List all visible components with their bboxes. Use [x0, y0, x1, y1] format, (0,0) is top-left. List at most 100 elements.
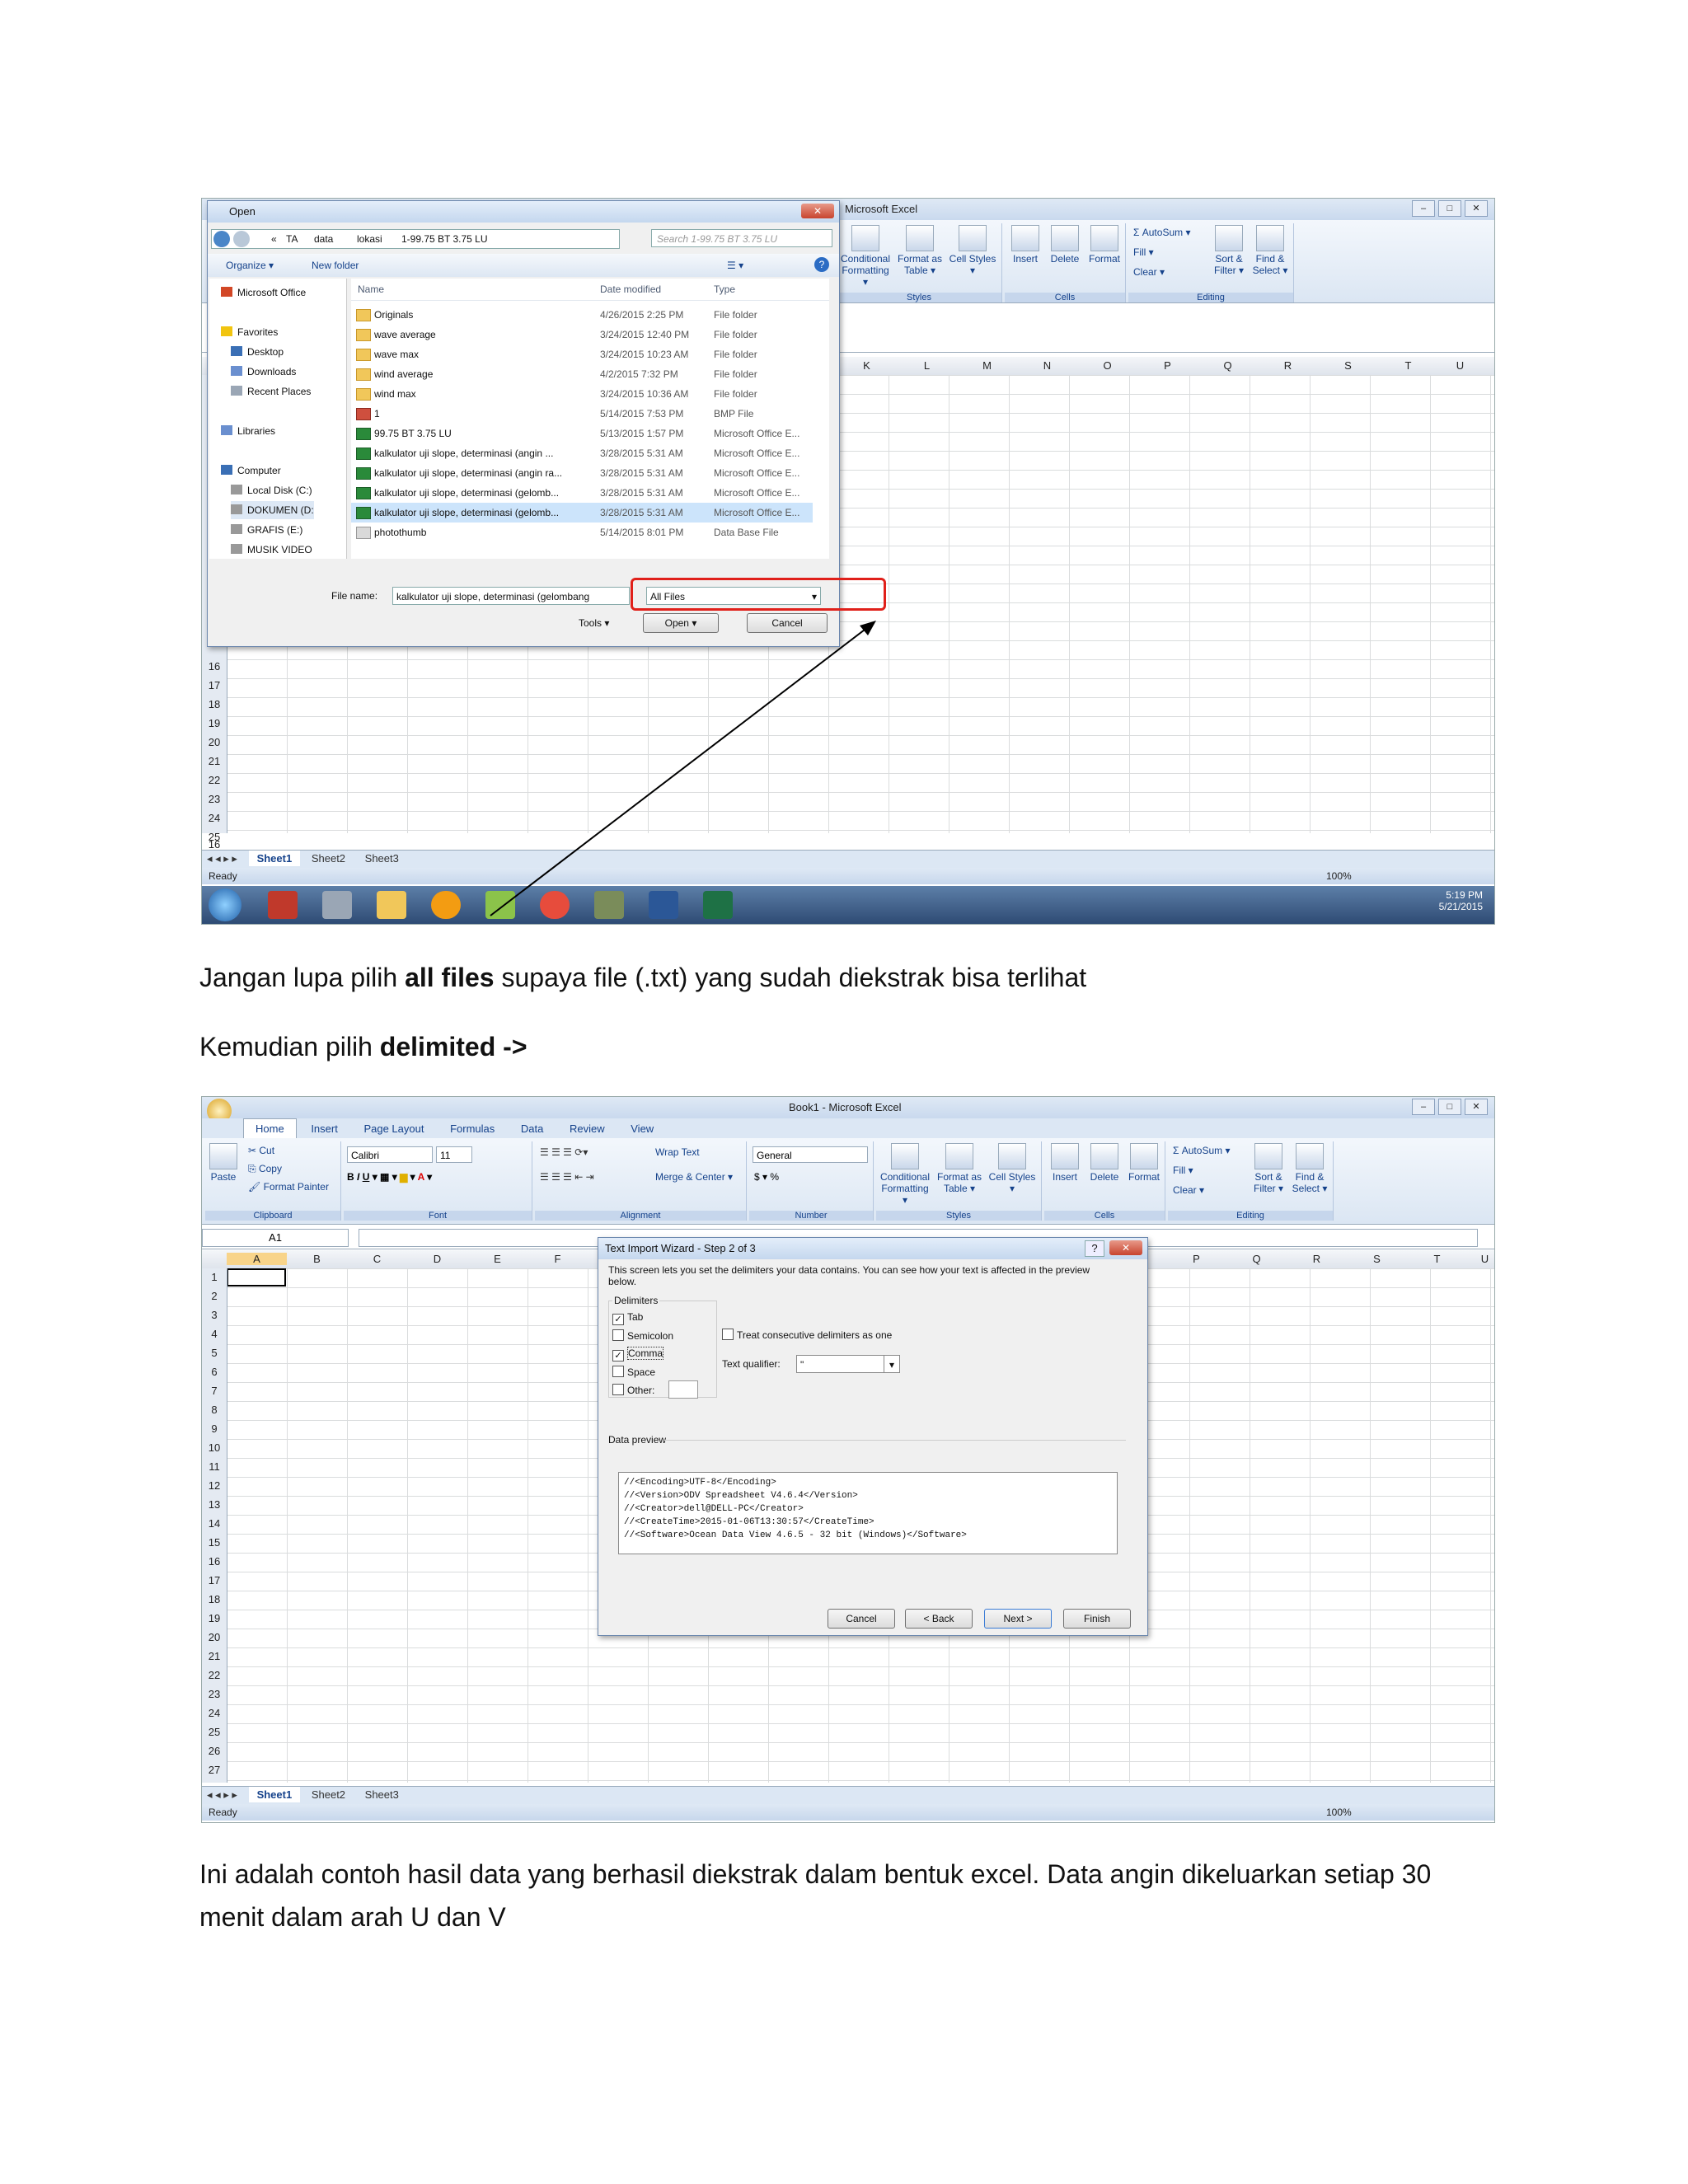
format-as-table-button[interactable]: Format as Table ▾	[934, 1143, 985, 1194]
row-header[interactable]: 20	[202, 736, 227, 748]
file-list-item[interactable]: kalkulator uji slope, determinasi (angin…	[351, 463, 813, 483]
row-header[interactable]: 4	[202, 1328, 227, 1340]
row-header[interactable]: 21	[202, 1650, 227, 1662]
split-arrow-icon[interactable]: ▾	[692, 617, 696, 629]
nav-item[interactable]: DOKUMEN (D:	[231, 501, 314, 519]
maximize-icon[interactable]: □	[1438, 1099, 1461, 1115]
row-header[interactable]: 15	[202, 1536, 227, 1549]
sheet-tab[interactable]: Sheet1	[248, 851, 301, 866]
file-list-item[interactable]: wind max 3/24/2015 10:36 AM File folder	[351, 384, 813, 404]
autosum-button[interactable]: Σ AutoSum ▾	[1133, 227, 1190, 238]
breadcrumb-item[interactable]: TA	[286, 230, 298, 248]
maximize-icon[interactable]: □	[1438, 200, 1461, 217]
next-button[interactable]: Next >	[984, 1609, 1052, 1629]
font-name-select[interactable]: Calibri	[347, 1146, 433, 1163]
row-header[interactable]: 13	[202, 1498, 227, 1511]
nav-item[interactable]: MUSIK VIDEO	[231, 541, 312, 559]
row-header[interactable]: 2	[202, 1290, 227, 1302]
sheet-tab[interactable]: Sheet3	[357, 851, 407, 866]
row-header[interactable]: 16	[202, 1555, 227, 1568]
column-header[interactable]: B	[287, 1253, 347, 1265]
column-header[interactable]: S	[1347, 1253, 1407, 1265]
folder-icon[interactable]	[377, 891, 406, 919]
sheet-tab[interactable]: Sheet2	[303, 1787, 354, 1802]
column-header[interactable]: L	[897, 359, 957, 372]
file-list-item[interactable]: wind average 4/2/2015 7:32 PM File folder	[351, 364, 813, 384]
checkbox-icon[interactable]	[612, 1384, 624, 1395]
cancel-button[interactable]: Cancel	[747, 613, 828, 633]
nav-item[interactable]: Recent Places	[231, 382, 311, 401]
open-button[interactable]: Open ▾	[643, 613, 719, 633]
row-header[interactable]: 8	[202, 1404, 227, 1416]
row-header[interactable]: 9	[202, 1422, 227, 1435]
close-icon[interactable]: ✕	[1465, 1099, 1488, 1115]
format-as-table-button[interactable]: Format as Table ▾	[894, 225, 945, 276]
nav-item[interactable]: Favorites	[221, 323, 278, 341]
excel-icon[interactable]	[703, 891, 733, 919]
cell-styles-button[interactable]: Cell Styles ▾	[987, 1143, 1038, 1194]
row-header[interactable]: 18	[202, 698, 227, 710]
row-header[interactable]: 11	[202, 1460, 227, 1473]
cut-button[interactable]: ✂ Cut	[248, 1145, 274, 1156]
column-header[interactable]: C	[347, 1253, 407, 1265]
conditional-formatting-button[interactable]: Conditional Formatting ▾	[840, 225, 891, 288]
start-button-icon[interactable]	[209, 888, 241, 921]
nav-item[interactable]: Local Disk (C:)	[231, 481, 312, 499]
minimize-icon[interactable]: –	[1412, 1099, 1435, 1115]
clear-button[interactable]: Clear ▾	[1173, 1184, 1204, 1196]
nav-item[interactable]: Microsoft Office	[221, 284, 306, 302]
column-name[interactable]: Name	[358, 279, 384, 300]
row-header[interactable]: 6	[202, 1366, 227, 1378]
checkbox-icon[interactable]	[612, 1366, 624, 1377]
data-preview[interactable]: //<Encoding>UTF-8</Encoding> //<Version>…	[618, 1472, 1118, 1554]
chevron-down-icon[interactable]: ▾	[884, 1356, 899, 1372]
organize-button[interactable]: Organize ▾	[226, 254, 274, 277]
tab-review[interactable]: Review	[558, 1119, 617, 1138]
insert-cells-button[interactable]: Insert	[1046, 1143, 1084, 1183]
file-list-item[interactable]: photothumb 5/14/2015 8:01 PM Data Base Fil…	[351, 523, 813, 542]
autosum-button[interactable]: Σ AutoSum ▾	[1173, 1145, 1230, 1156]
semicolon-checkbox[interactable]: Semicolon	[612, 1329, 673, 1342]
tab-data[interactable]: Data	[509, 1119, 555, 1138]
fill-button[interactable]: Fill ▾	[1133, 246, 1154, 258]
column-header[interactable]: A	[227, 1253, 287, 1265]
word-icon[interactable]	[649, 891, 678, 919]
row-header[interactable]: 27	[202, 1764, 227, 1776]
column-header[interactable]: P	[1166, 1253, 1226, 1265]
view-icon[interactable]: ☰ ▾	[727, 254, 743, 277]
row-header[interactable]: 18	[202, 1593, 227, 1605]
space-checkbox[interactable]: Space	[612, 1366, 655, 1378]
forward-icon[interactable]	[233, 231, 250, 247]
back-icon[interactable]	[213, 231, 230, 247]
wrap-text-button[interactable]: Wrap Text	[655, 1146, 700, 1158]
search-input[interactable]: Search 1-99.75 BT 3.75 LU	[651, 229, 832, 247]
checkbox-icon[interactable]: ✓	[612, 1350, 624, 1361]
row-header[interactable]: 22	[202, 1669, 227, 1681]
font-style-buttons[interactable]: B I U ▾ ▦ ▾ ▆ ▾ A ▾	[347, 1171, 432, 1183]
sheet-tab[interactable]: Sheet2	[303, 851, 354, 866]
row-header[interactable]: 25	[202, 1726, 227, 1738]
file-list-item[interactable]: kalkulator uji slope, determinasi (gelom…	[351, 483, 813, 503]
sheet-nav-icon[interactable]: ◂ ◂ ▸ ▸	[202, 851, 246, 867]
font-size-select[interactable]: 11	[436, 1146, 472, 1163]
row-header[interactable]: 23	[202, 1688, 227, 1700]
nav-item[interactable]: GRAFIS (E:)	[231, 521, 302, 539]
system-clock[interactable]: 5:19 PM 5/21/2015	[1439, 889, 1483, 912]
checkbox-icon[interactable]	[722, 1329, 734, 1340]
minimize-icon[interactable]: –	[1412, 200, 1435, 217]
column-header[interactable]: K	[837, 359, 897, 372]
column-header[interactable]: M	[957, 359, 1017, 372]
column-header[interactable]: D	[407, 1253, 467, 1265]
column-header[interactable]: U	[1430, 359, 1490, 372]
app-icon[interactable]	[594, 891, 624, 919]
row-header[interactable]: 12	[202, 1479, 227, 1492]
active-cell[interactable]	[227, 1268, 286, 1286]
other-checkbox[interactable]: Other:	[612, 1384, 654, 1396]
row-header[interactable]: 7	[202, 1385, 227, 1397]
row-header[interactable]: 10	[202, 1441, 227, 1454]
cell-styles-button[interactable]: Cell Styles ▾	[947, 225, 998, 276]
tab-page-layout[interactable]: Page Layout	[352, 1119, 435, 1138]
name-box[interactable]: A1	[202, 1229, 349, 1247]
column-header[interactable]: F	[528, 1253, 588, 1265]
checkbox-icon[interactable]	[612, 1329, 624, 1341]
